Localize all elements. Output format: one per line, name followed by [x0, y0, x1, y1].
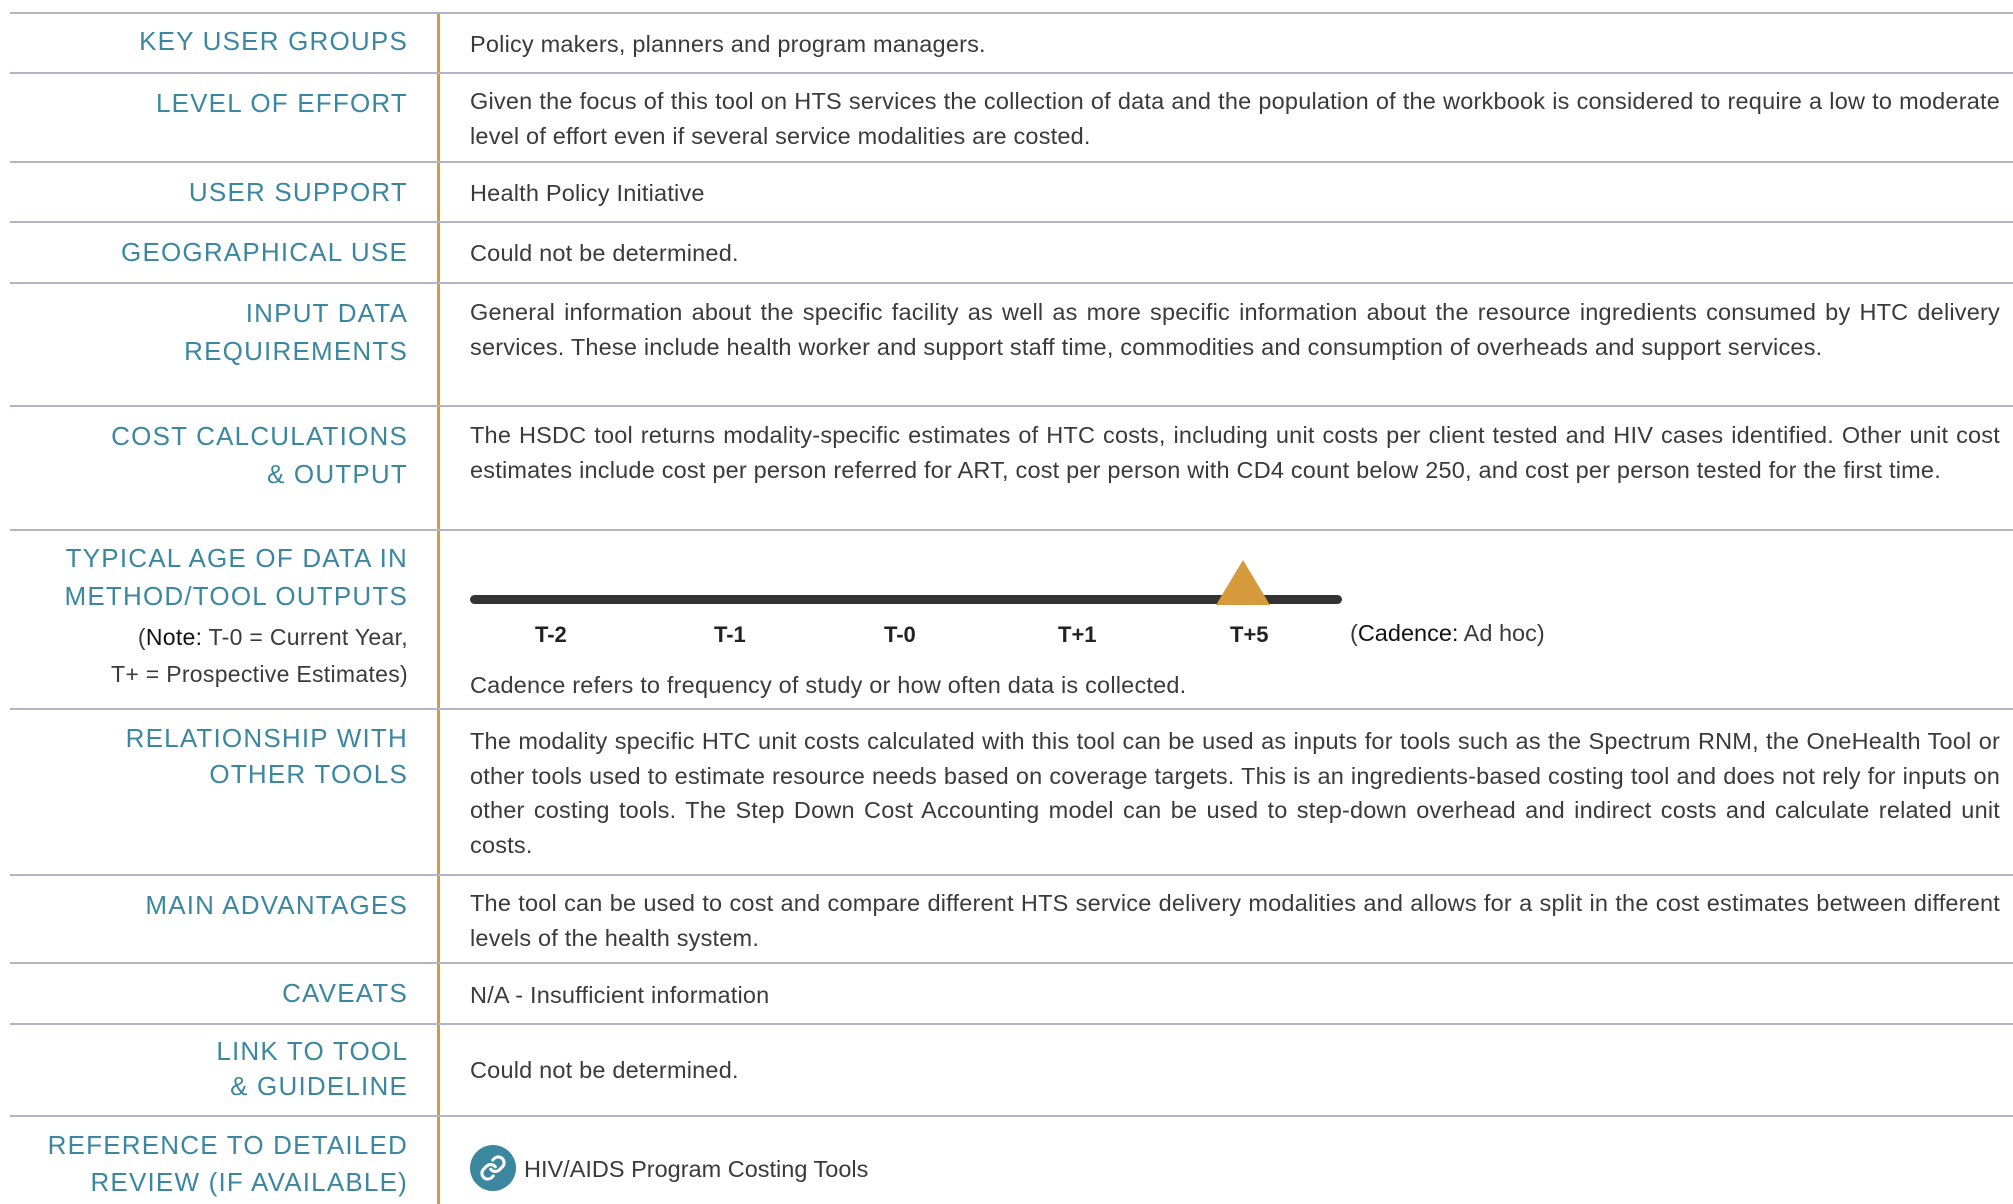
label-line: REFERENCE TO DETAILED — [47, 1130, 408, 1160]
row-label-relationship-with-other-tools: RELATIONSHIP WITH OTHER TOOLS — [0, 720, 408, 792]
row-content-input-data-requirements: General information about the specific f… — [470, 299, 2000, 360]
row-rule — [10, 529, 2013, 531]
row-content-main-advantages: The tool can be used to cost and compare… — [470, 890, 2000, 951]
row-content-caveats: N/A - Insufficient information — [470, 982, 770, 1008]
cadence-text: (Cadence: Ad hoc) — [1350, 620, 1545, 647]
link-icon[interactable] — [470, 1145, 516, 1191]
row-label-main-advantages: MAIN ADVANTAGES — [145, 890, 408, 920]
cadence-label: Cadence: — [1357, 620, 1459, 646]
row-rule — [10, 405, 2013, 407]
row-rule — [10, 161, 2013, 163]
label-line: & GUIDELINE — [230, 1071, 408, 1101]
label-line: INPUT DATA — [245, 298, 408, 328]
label-line: TYPICAL AGE OF DATA IN — [65, 543, 408, 573]
row-label-key-user-groups: KEY USER GROUPS — [139, 26, 408, 56]
row-rule — [10, 874, 2013, 876]
note-text: T-0 = Current Year, — [202, 624, 408, 650]
label-line: COST CALCULATIONS — [111, 421, 408, 451]
row-content-link-to-tool: Could not be determined. — [470, 1057, 739, 1083]
label-line: REQUIREMENTS — [184, 336, 408, 366]
label-line: LINK TO TOOL — [216, 1036, 408, 1066]
row-rule — [10, 282, 2013, 284]
row-label-input-data-requirements: INPUT DATA REQUIREMENTS — [0, 294, 408, 370]
label-line: REVIEW (IF AVAILABLE) — [90, 1167, 408, 1197]
row-content-key-user-groups: Policy makers, planners and program mana… — [470, 31, 986, 57]
label-line: OTHER TOOLS — [209, 759, 408, 789]
column-divider — [437, 12, 440, 1204]
row-content-cost-calculations: The HSDC tool returns modality-specific … — [470, 422, 2000, 483]
row-label-caveats: CAVEATS — [282, 978, 408, 1008]
row-content-geographical-use: Could not be determined. — [470, 240, 739, 266]
row-rule — [10, 1023, 2013, 1025]
row-rule — [10, 962, 2013, 964]
note-bold: Note: — [145, 624, 203, 650]
row-label-level-of-effort: LEVEL OF EFFORT — [155, 88, 408, 118]
timeline-tick: T+5 — [1230, 622, 1269, 647]
label-line: & OUTPUT — [266, 459, 408, 489]
timeline-marker — [1216, 560, 1270, 605]
row-label-user-support: USER SUPPORT — [188, 177, 408, 207]
label-line: RELATIONSHIP WITH — [125, 723, 408, 753]
row-label-reference-to-detailed-review: REFERENCE TO DETAILED REVIEW (IF AVAILAB… — [0, 1127, 408, 1201]
timeline-tick: T+1 — [1058, 622, 1097, 647]
note-open: ( — [137, 624, 146, 650]
cadence-open: ( — [1350, 620, 1358, 646]
timeline-bar — [470, 595, 1342, 604]
row-label-typical-age-of-data: TYPICAL AGE OF DATA IN METHOD/TOOL OUTPU… — [0, 539, 408, 693]
row-label-cost-calculations: COST CALCULATIONS & OUTPUT — [0, 417, 408, 493]
row-label-link-to-tool: LINK TO TOOL & GUIDELINE — [0, 1034, 408, 1104]
cadence-value: Ad hoc) — [1458, 620, 1545, 646]
row-content-typical-age-of-data: Cadence refers to frequency of study or … — [470, 672, 1187, 698]
note-text: T+ = Prospective Estimates) — [111, 661, 408, 687]
label-note: (Note: T-0 = Current Year, T+ = Prospect… — [0, 619, 408, 693]
row-content-level-of-effort: Given the focus of this tool on HTS serv… — [470, 88, 2000, 149]
row-rule — [10, 12, 2013, 14]
timeline-tick: T-1 — [714, 622, 746, 647]
row-rule — [10, 72, 2013, 74]
timeline-tick: T-0 — [884, 622, 916, 647]
reference-link[interactable]: HIV/AIDS Program Costing Tools — [524, 1156, 868, 1183]
row-rule — [10, 221, 2013, 223]
row-content-user-support: Health Policy Initiative — [470, 180, 705, 206]
row-content-relationship-with-other-tools: The modality specific HTC unit costs cal… — [470, 728, 2000, 858]
row-rule — [10, 1115, 2013, 1117]
row-rule — [10, 708, 2013, 710]
data-age-timeline: T-2 T-1 T-0 T+1 T+5 (Cadence: Ad hoc) — [470, 560, 1545, 660]
row-label-geographical-use: GEOGRAPHICAL USE — [121, 237, 408, 267]
label-line: METHOD/TOOL OUTPUTS — [64, 581, 408, 611]
tool-profile-table: KEY USER GROUPS Policy makers, planners … — [0, 0, 2013, 1204]
timeline-tick: T-2 — [535, 622, 567, 647]
